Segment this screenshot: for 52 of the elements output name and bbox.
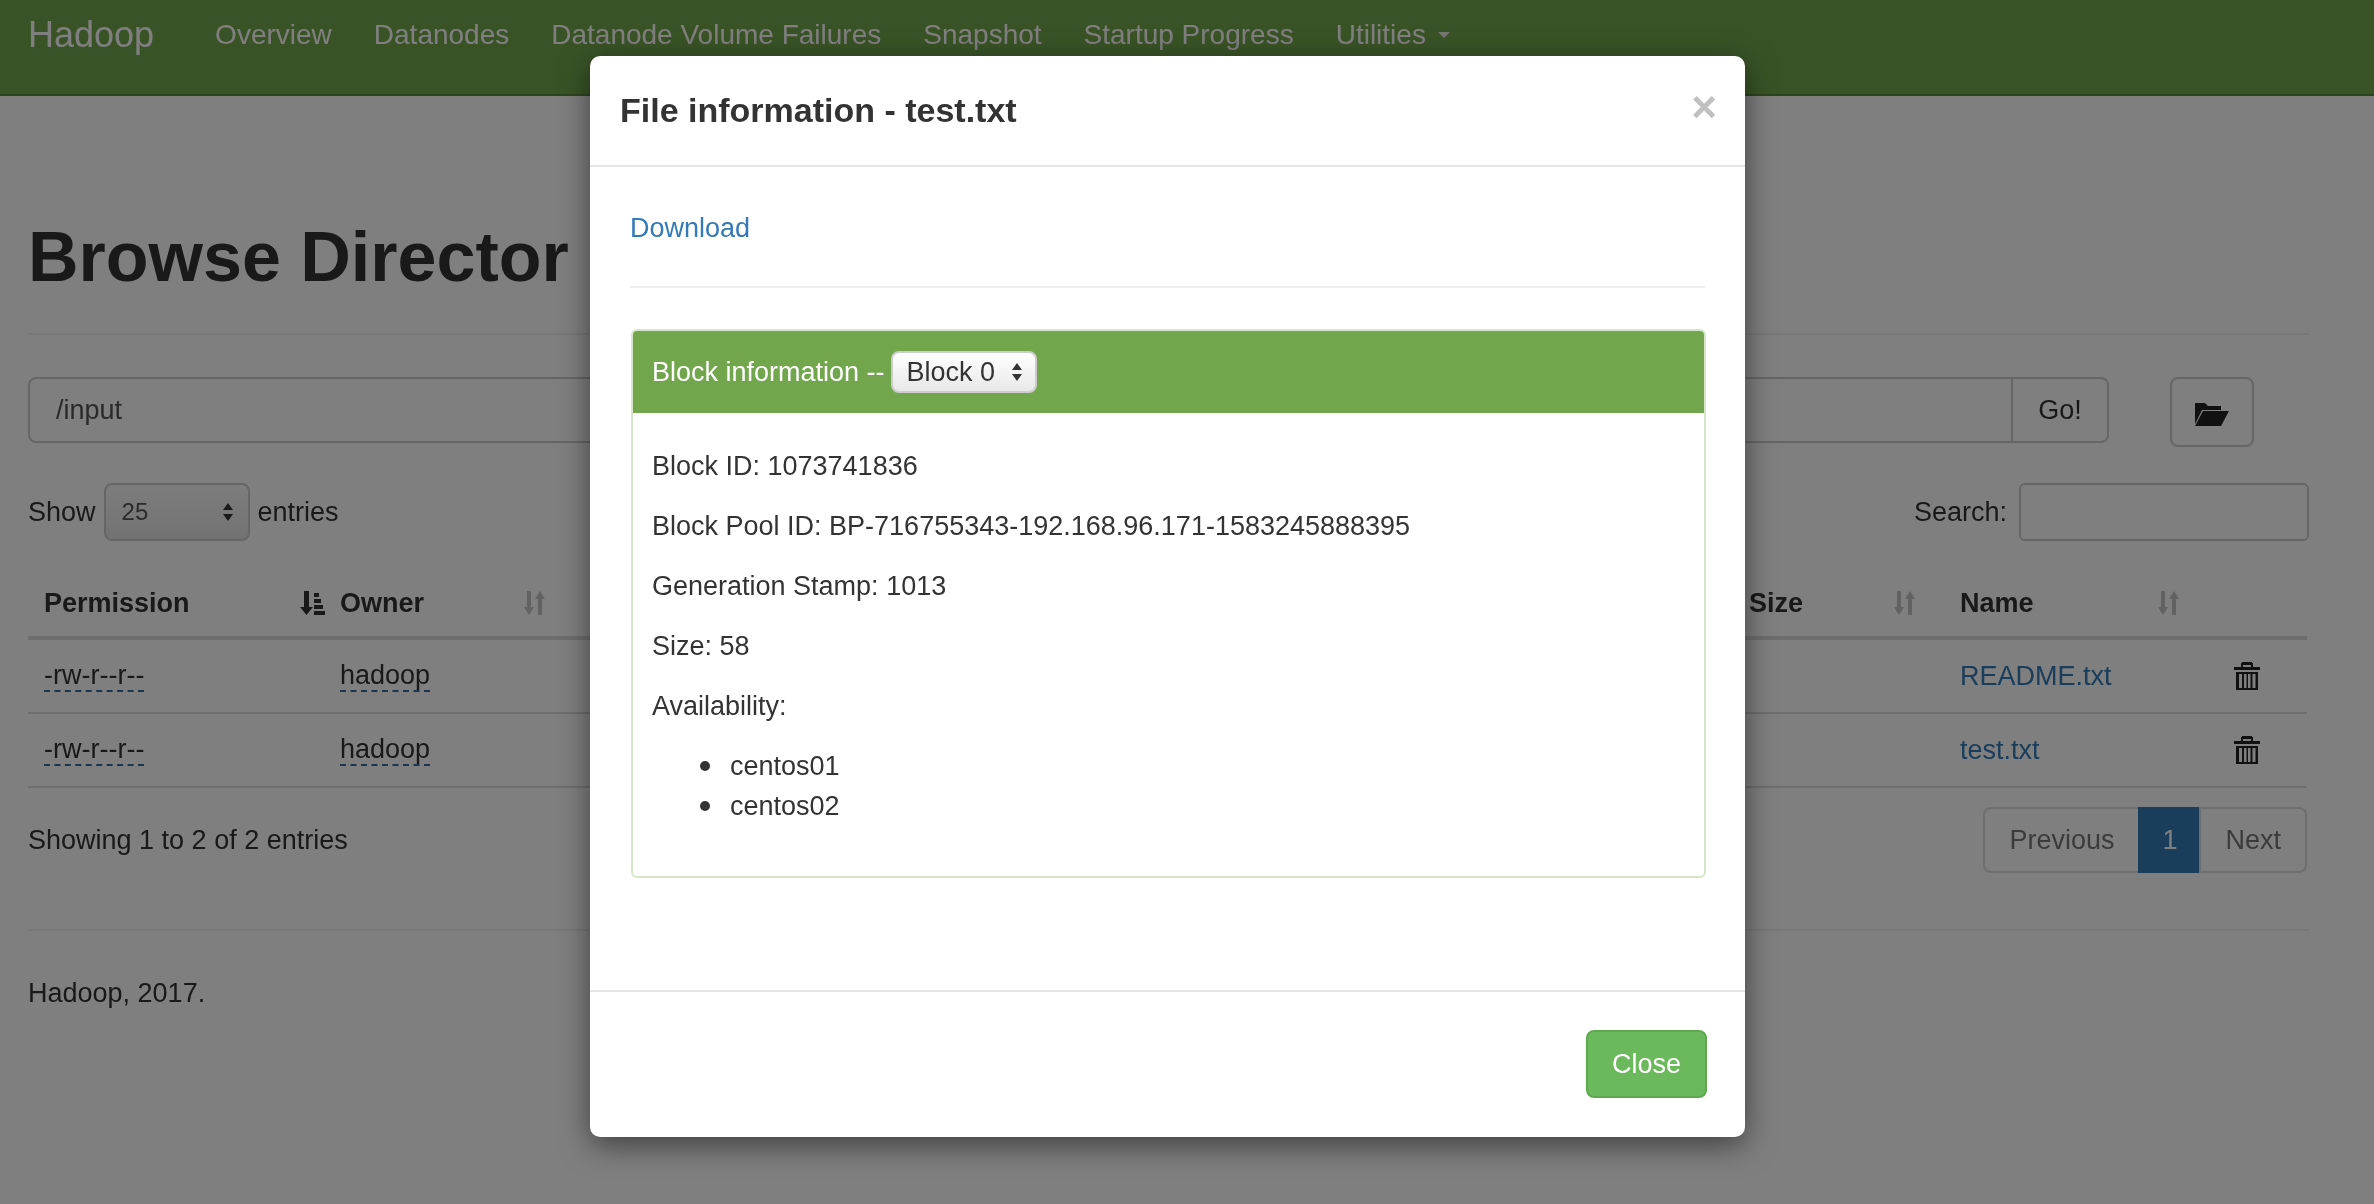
nav-link[interactable]: Snapshot [902,20,1063,50]
column-header[interactable]: Permission [28,570,340,640]
owner-text[interactable]: hadoop [340,660,431,692]
detail-text: Size: 58 [652,630,750,663]
go-button[interactable]: Go! [2013,377,2109,443]
column-header[interactable]: Name [1950,570,2210,640]
nav-link[interactable]: Datanodes [352,20,531,50]
entries-label: entries [257,496,339,528]
nav-link[interactable]: Datanode Volume Failures [530,20,903,50]
select-arrows-icon [1011,363,1024,381]
panel-heading-text: Block information -- [652,356,885,388]
nav-link[interactable]: Overview [194,20,353,50]
download-link[interactable]: Download [630,210,751,246]
nav-dropdown[interactable]: Utilities [1314,20,1471,50]
footer-text: Hadoop, 2017. [28,977,206,1010]
close-button[interactable]: × [1691,84,1717,137]
folder-button[interactable] [2170,377,2254,447]
page-heading: Browse Director [28,218,569,297]
permission-text[interactable]: -rw-r--r-- [44,734,145,766]
block-select[interactable]: Block 0 [890,351,1038,393]
table-info: Showing 1 to 2 of 2 entries [28,824,348,856]
owner-text[interactable]: hadoop [340,734,431,766]
column-label: Owner [340,587,425,619]
file-link[interactable]: test.txt [1960,734,2040,766]
column-label: Permission [44,587,190,619]
trash-icon[interactable] [2234,736,2260,764]
detail-text: Block ID: 1073741836 [652,450,918,483]
page-button[interactable]: 1 [2138,807,2202,873]
node-name: centos02 [730,790,840,823]
sort-ascending-icon[interactable] [299,591,325,615]
search-field[interactable] [2019,483,2309,541]
bullet-icon [700,761,710,771]
file-link[interactable]: README.txt [1960,660,2112,692]
detail-text: Block Pool ID: BP-716755343-192.168.96.171-1583245888395 [652,510,1411,543]
caret-icon [1437,32,1450,38]
detail-text: Availability: [652,690,787,723]
nav-link[interactable]: Startup Progress [1062,20,1315,50]
trash-icon[interactable] [2234,662,2260,690]
column-header[interactable]: Owner [340,570,560,640]
bullet-icon [700,801,710,811]
brand-link[interactable]: Hadoop [28,14,155,56]
search-label: Search: [1913,496,2007,528]
close-button[interactable]: Close [1585,1030,1707,1098]
dialog-title: File information - test.txt [620,91,1017,130]
column-label: Name [1960,587,2034,619]
permission-text[interactable]: -rw-r--r-- [44,660,145,692]
detail-text: Generation Stamp: 1013 [652,570,947,603]
column-label: Size [1749,587,1804,619]
show-label: Show [28,496,96,528]
entries-select[interactable]: 25 [103,483,250,541]
node-name: centos01 [730,750,840,783]
select-arrows-icon [221,503,234,521]
